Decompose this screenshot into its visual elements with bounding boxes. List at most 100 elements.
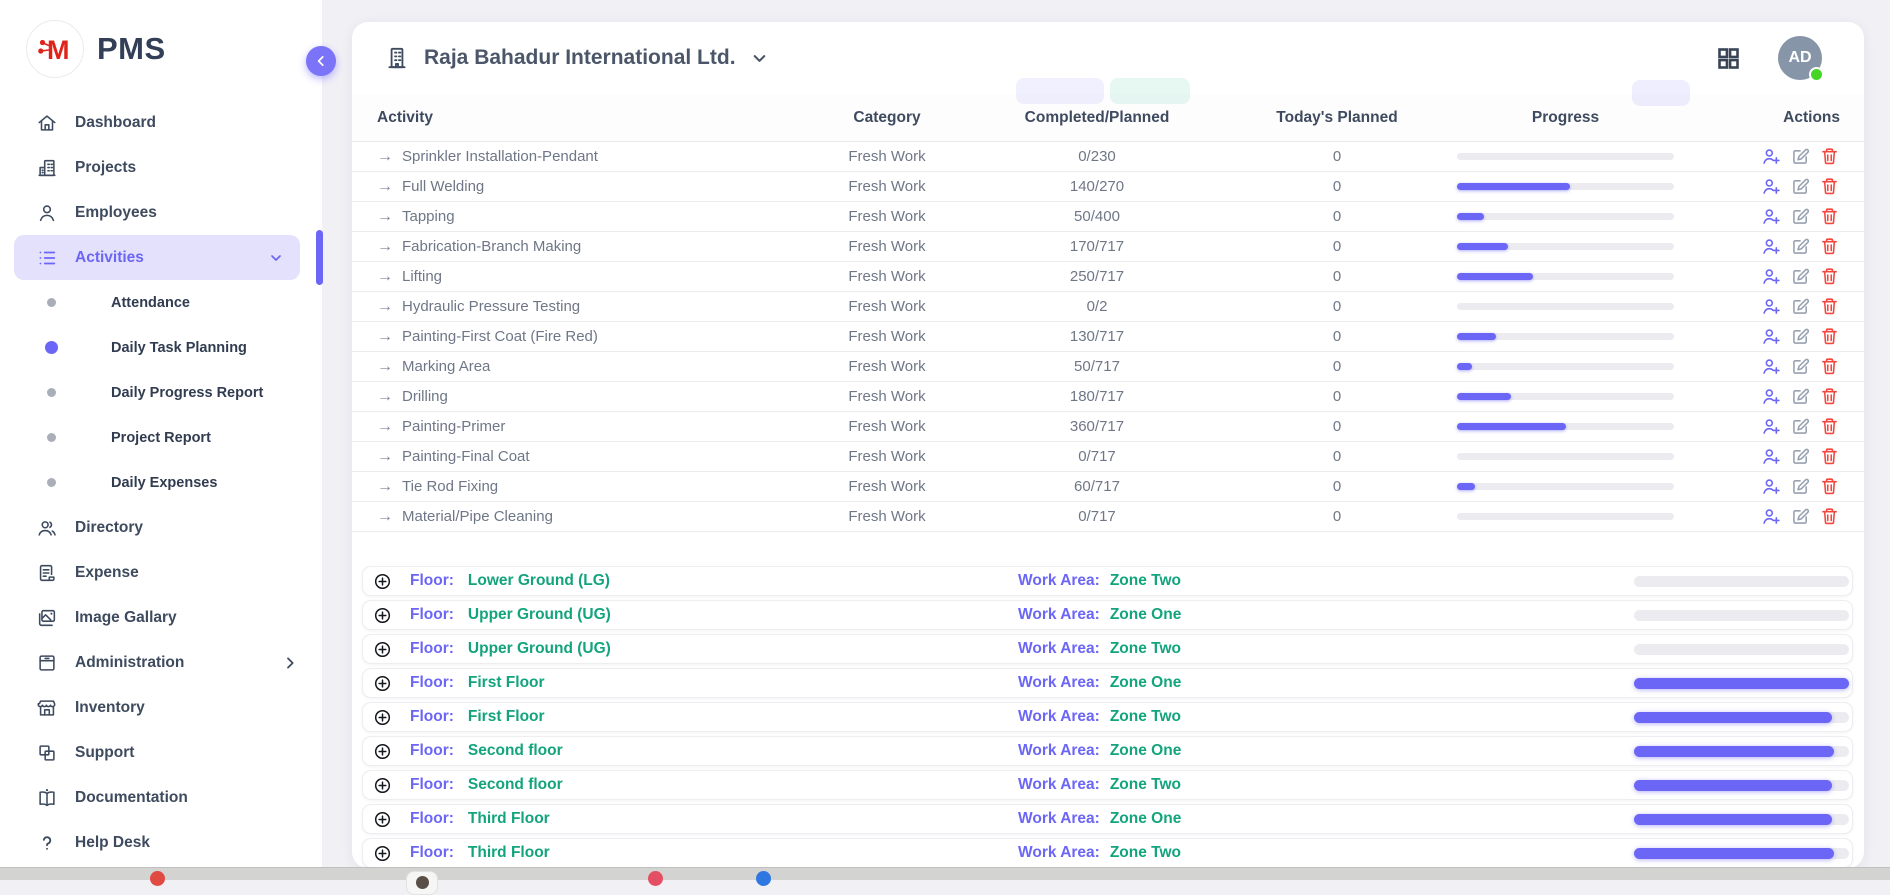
edit-button[interactable] (1790, 266, 1811, 287)
sidebar-subitem-daily-task-planning[interactable]: Daily Task Planning (0, 325, 322, 370)
sidebar-item-label: Directory (75, 519, 143, 537)
edit-button[interactable] (1790, 296, 1811, 317)
sidebar-subitem-label: Daily Progress Report (111, 385, 263, 401)
chevron-down-icon[interactable] (750, 49, 769, 68)
assign-user-button[interactable] (1761, 266, 1782, 287)
expand-plus-icon[interactable] (373, 606, 392, 625)
sidebar-subitem-daily-expenses[interactable]: Daily Expenses (0, 460, 322, 505)
edit-button[interactable] (1790, 356, 1811, 377)
arrow-right-icon: → (377, 329, 393, 345)
edit-button[interactable] (1790, 236, 1811, 257)
edit-button[interactable] (1790, 476, 1811, 497)
activity-category: Fresh Work (797, 358, 977, 375)
sidebar-item-administration[interactable]: Administration (0, 640, 322, 685)
sidebar-item-help-desk[interactable]: Help Desk (0, 820, 322, 865)
company-selector[interactable]: Raja Bahadur International Ltd. (424, 46, 736, 70)
floor-label: Floor: (410, 776, 454, 794)
expand-plus-icon[interactable] (373, 776, 392, 795)
floor-row: Floor: Third Floor Work Area: Zone One (362, 804, 1853, 834)
expand-plus-icon[interactable] (373, 640, 392, 659)
sidebar-item-employees[interactable]: Employees (0, 190, 322, 235)
edit-button[interactable] (1790, 206, 1811, 227)
assign-user-button[interactable] (1761, 236, 1782, 257)
edit-button[interactable] (1790, 446, 1811, 467)
activity-row: → Hydraulic Pressure Testing Fresh Work … (352, 292, 1864, 322)
edit-button[interactable] (1790, 506, 1811, 527)
work-area-name: Zone Two (1110, 844, 1181, 862)
delete-button[interactable] (1819, 296, 1840, 317)
assign-user-button[interactable] (1761, 296, 1782, 317)
dock-blue-app-icon[interactable] (756, 871, 771, 886)
sidebar-item-activities[interactable]: Activities (14, 235, 300, 280)
sidebar-item-documentation[interactable]: Documentation (0, 775, 322, 820)
edit-button[interactable] (1790, 176, 1811, 197)
expand-plus-icon[interactable] (373, 674, 392, 693)
assign-user-button[interactable] (1761, 176, 1782, 197)
delete-button[interactable] (1819, 206, 1840, 227)
floor-row: Floor: First Floor Work Area: Zone Two (362, 702, 1853, 732)
activity-name: Painting-Final Coat (402, 448, 530, 465)
delete-button[interactable] (1819, 476, 1840, 497)
sidebar-item-expense[interactable]: Expense (0, 550, 322, 595)
expand-plus-icon[interactable] (373, 810, 392, 829)
assign-user-button[interactable] (1761, 146, 1782, 167)
arrow-right-icon: → (377, 179, 393, 195)
assign-user-button[interactable] (1761, 446, 1782, 467)
delete-button[interactable] (1819, 446, 1840, 467)
activity-row: → Tapping Fresh Work 50/400 0 (352, 202, 1864, 232)
delete-button[interactable] (1819, 236, 1840, 257)
sidebar-item-support[interactable]: Support (0, 730, 322, 775)
sidebar-item-inventory[interactable]: Inventory (0, 685, 322, 730)
completed-planned-value: 0/230 (977, 148, 1217, 165)
question-icon (36, 832, 58, 854)
expand-plus-icon[interactable] (373, 844, 392, 863)
completed-planned-value: 130/717 (977, 328, 1217, 345)
sidebar-item-dashboard[interactable]: Dashboard (0, 100, 322, 145)
sidebar-subitem-project-report[interactable]: Project Report (0, 415, 322, 460)
floor-progress-bar (1634, 746, 1849, 757)
assign-user-button[interactable] (1761, 326, 1782, 347)
assign-user-button[interactable] (1761, 416, 1782, 437)
assign-user-button[interactable] (1761, 476, 1782, 497)
assign-user-button[interactable] (1761, 206, 1782, 227)
todays-planned-value: 0 (1217, 328, 1457, 345)
delete-button[interactable] (1819, 356, 1840, 377)
edit-button[interactable] (1790, 416, 1811, 437)
edit-button[interactable] (1790, 386, 1811, 407)
edit-button[interactable] (1790, 326, 1811, 347)
sidebar-collapse-button[interactable] (306, 46, 336, 76)
sidebar-subitem-daily-progress-report[interactable]: Daily Progress Report (0, 370, 322, 415)
delete-button[interactable] (1819, 176, 1840, 197)
expand-plus-icon[interactable] (373, 708, 392, 727)
activity-name: Painting-First Coat (Fire Red) (402, 328, 598, 345)
expand-plus-icon[interactable] (373, 742, 392, 761)
sidebar-item-label: Help Desk (75, 834, 150, 852)
delete-button[interactable] (1819, 146, 1840, 167)
sidebar-item-directory[interactable]: Directory (0, 505, 322, 550)
assign-user-button[interactable] (1761, 356, 1782, 377)
work-area-label: Work Area: (1018, 606, 1100, 624)
delete-button[interactable] (1819, 326, 1840, 347)
user-avatar[interactable]: AD (1778, 36, 1822, 80)
delete-button[interactable] (1819, 386, 1840, 407)
os-taskbar (0, 867, 1890, 880)
dock-red-app-icon[interactable] (150, 871, 165, 886)
store-icon (36, 697, 58, 719)
sidebar-subitem-attendance[interactable]: Attendance (0, 280, 322, 325)
activity-category: Fresh Work (797, 478, 977, 495)
delete-button[interactable] (1819, 266, 1840, 287)
assign-user-button[interactable] (1761, 386, 1782, 407)
sidebar-item-image-gallary[interactable]: Image Gallary (0, 595, 322, 640)
progress-bar (1457, 183, 1674, 190)
delete-button[interactable] (1819, 416, 1840, 437)
sidebar-item-label: Administration (75, 654, 184, 672)
expand-plus-icon[interactable] (373, 572, 392, 591)
work-area-label: Work Area: (1018, 640, 1100, 658)
dock-browser-profile-icon[interactable] (406, 871, 438, 895)
sidebar-item-projects[interactable]: Projects (0, 145, 322, 190)
delete-button[interactable] (1819, 506, 1840, 527)
dock-pink-app-icon[interactable] (648, 871, 663, 886)
edit-button[interactable] (1790, 146, 1811, 167)
assign-user-button[interactable] (1761, 506, 1782, 527)
apps-grid-icon[interactable] (1715, 45, 1742, 72)
